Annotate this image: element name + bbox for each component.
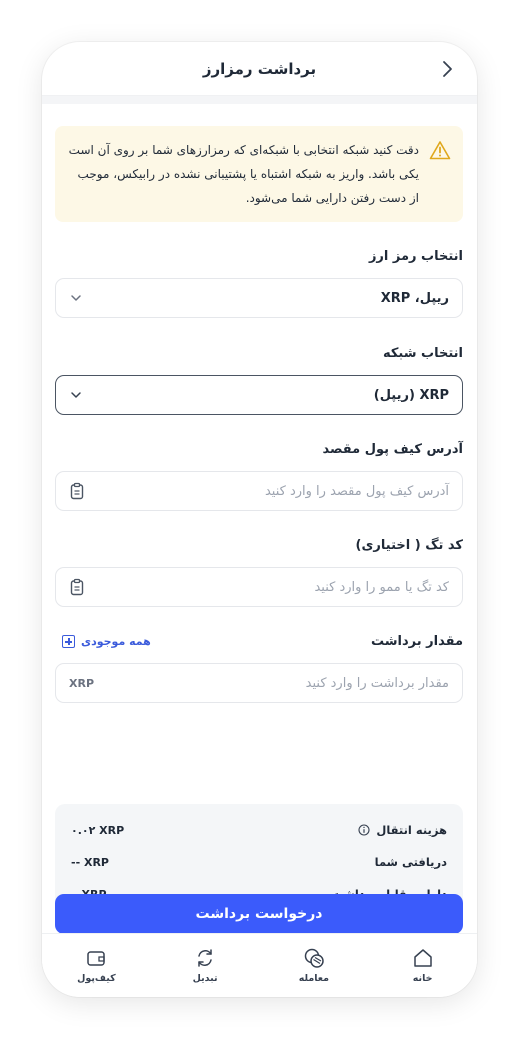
tag-input[interactable]: کد تگ یا ممو را وارد کنید xyxy=(55,567,463,607)
phone-frame: برداشت رمزارز دقت کنید شبکه انتخابی با ش… xyxy=(42,42,477,997)
nav-item-convert[interactable]: تبدیل xyxy=(165,947,245,984)
currency-value: ریپل، XRP xyxy=(380,290,449,306)
convert-icon xyxy=(198,949,212,967)
network-value: XRP (ریپل) xyxy=(373,387,449,403)
nav-label: معامله xyxy=(298,973,330,984)
submit-withdraw-button[interactable]: درخواست برداشت xyxy=(55,894,463,934)
info-icon[interactable] xyxy=(358,824,370,836)
chevron-down-icon xyxy=(71,392,81,398)
bottom-nav: خانه معامله تبدیل کیف‌پول xyxy=(42,933,477,997)
home-icon xyxy=(413,949,432,967)
all-balance-button[interactable]: همه موجودی xyxy=(62,635,151,648)
nav-item-home[interactable]: خانه xyxy=(383,947,463,984)
trade-icon xyxy=(304,948,324,968)
tag-placeholder: کد تگ یا ممو را وارد کنید xyxy=(314,579,449,595)
nav-label: کیف‌پول xyxy=(77,973,116,984)
app-header: برداشت رمزارز xyxy=(42,42,477,96)
nav-label: خانه xyxy=(412,973,433,984)
address-label: آدرس کیف پول مقصد xyxy=(322,442,463,457)
tag-label: کد تگ ( اختیاری) xyxy=(355,538,463,553)
nav-label: تبدیل xyxy=(192,973,218,984)
amount-placeholder: مقدار برداشت را وارد کنید xyxy=(305,675,449,691)
amount-unit: XRP xyxy=(69,676,95,690)
fee-row: هزینه انتقال ۰.۰۲ XRP xyxy=(71,820,447,840)
back-chevron-icon[interactable] xyxy=(437,58,457,80)
clipboard-paste-icon[interactable] xyxy=(69,482,85,500)
nav-item-trade[interactable]: معامله xyxy=(274,947,354,984)
received-value: -- XRP xyxy=(71,855,109,869)
received-row: دریافتی شما -- XRP xyxy=(71,852,447,872)
withdraw-form: دقت کنید شبکه انتخابی با شبکه‌ای که رمزا… xyxy=(42,104,477,934)
header-divider xyxy=(42,96,477,104)
address-input[interactable]: آدرس کیف پول مقصد را وارد کنید xyxy=(55,471,463,511)
amount-label: مقدار برداشت xyxy=(370,634,463,649)
plus-square-icon xyxy=(62,635,75,648)
network-label: انتخاب شبکه xyxy=(382,346,463,361)
currency-select[interactable]: ریپل، XRP xyxy=(55,278,463,318)
all-balance-label: همه موجودی xyxy=(81,635,151,648)
amount-input[interactable]: مقدار برداشت را وارد کنید XRP xyxy=(55,663,463,703)
currency-label: انتخاب رمز ارز xyxy=(368,249,463,264)
address-placeholder: آدرس کیف پول مقصد را وارد کنید xyxy=(264,483,449,499)
clipboard-paste-icon[interactable] xyxy=(69,578,85,596)
network-select[interactable]: XRP (ریپل) xyxy=(55,375,463,415)
fee-label: هزینه انتقال xyxy=(376,823,447,837)
chevron-down-icon xyxy=(71,295,81,301)
fee-value: ۰.۰۲ XRP xyxy=(71,823,125,837)
network-warning: دقت کنید شبکه انتخابی با شبکه‌ای که رمزا… xyxy=(55,126,463,222)
wallet-icon xyxy=(87,951,106,966)
page-title: برداشت رمزارز xyxy=(202,59,317,78)
nav-item-wallet[interactable]: کیف‌پول xyxy=(56,947,136,984)
warning-triangle-icon xyxy=(429,141,451,160)
warning-text: دقت کنید شبکه انتخابی با شبکه‌ای که رمزا… xyxy=(68,143,419,205)
received-label: دریافتی شما xyxy=(374,855,447,869)
